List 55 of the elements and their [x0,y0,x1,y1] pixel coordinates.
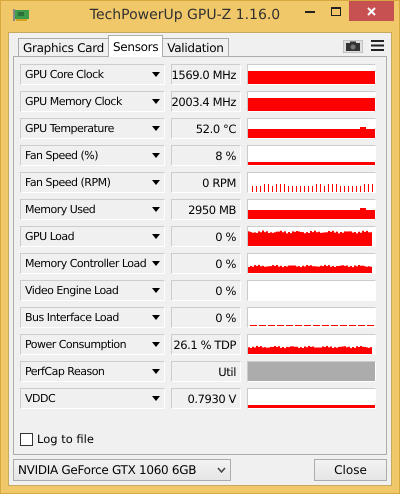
sensor-name-dropdown[interactable]: GPU Memory Clock [20,91,165,112]
sensor-name-dropdown[interactable]: Power Consumption [20,334,165,355]
caret-icon [152,126,160,131]
sensor-value: 0 % [171,253,241,274]
checkbox-label: Log to file [37,432,94,446]
sensor-value: 26.1 % TDP [171,334,241,355]
caret-icon [152,234,160,239]
sensor-name-dropdown[interactable]: Fan Speed (RPM) [20,172,165,193]
caret-icon [152,180,160,185]
caret-icon [152,72,160,77]
tab[interactable]: Graphics Card [18,38,109,57]
sensor-name-dropdown[interactable]: GPU Core Clock [20,64,165,85]
caret-icon [152,207,160,212]
caret-icon [152,396,160,401]
sensor-value: 0.7930 V [171,388,241,409]
sensor-name-dropdown[interactable]: Bus Interface Load [20,307,165,328]
menu-icon[interactable] [371,40,384,51]
sensor-value: 0 % [171,307,241,328]
graphics-card-icon [13,9,29,21]
minimize-icon [304,10,314,12]
tab[interactable]: Validation [162,38,229,57]
log-checkbox[interactable] [20,432,33,446]
sensor-value: 2950 MB [171,199,241,220]
sensor-name-dropdown[interactable]: GPU Temperature [20,118,165,139]
sensor-name-dropdown[interactable]: PerfCap Reason [20,361,165,382]
sensor-value: 1569.0 MHz [171,64,241,85]
sensor-value: Util [171,361,241,382]
sensor-value: 8 % [171,145,241,166]
sensor-value: 0 % [171,226,241,247]
sensor-name-dropdown[interactable]: VDDC [20,388,165,409]
caret-icon [152,315,160,320]
close-window-button[interactable] [349,1,394,21]
sensor-value: 0 % [171,280,241,301]
sensor-name-dropdown[interactable]: GPU Load [20,226,165,247]
sensor-name-dropdown[interactable]: Fan Speed (%) [20,145,165,166]
sensor-name-dropdown[interactable]: Memory Controller Load [20,253,165,274]
device-dropdown[interactable]: NVIDIA GeForce GTX 1060 6GB [13,459,231,481]
tab[interactable]: Sensors [108,35,164,57]
caret-icon [152,342,160,347]
chevron-icon [217,467,226,473]
close-button[interactable]: Close [314,459,387,481]
caret-icon [152,288,160,293]
close-icon [367,6,376,16]
window-title: TechPowerUp GPU-Z 1.16.0 [88,7,282,23]
sensor-value: 2003.4 MHz [171,91,241,112]
caret-icon [152,99,160,104]
maximize-icon [331,6,341,16]
sensor-value: 0 RPM [171,172,241,193]
sensor-name-dropdown[interactable]: Video Engine Load [20,280,165,301]
caret-icon [152,261,160,266]
caret-icon [152,369,160,374]
caret-icon [152,153,160,158]
sensor-name-dropdown[interactable]: Memory Used [20,199,165,220]
sensor-value: 52.0 °C [171,118,241,139]
camera-icon[interactable] [343,40,363,53]
